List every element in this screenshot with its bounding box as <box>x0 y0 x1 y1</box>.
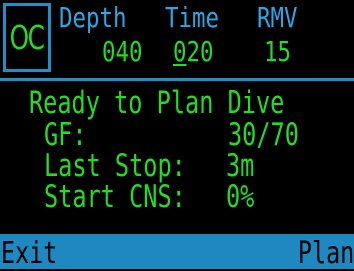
rmv-label: RMV <box>257 1 298 34</box>
last-stop-label: Last Stop: <box>44 148 186 184</box>
exit-button[interactable]: Exit <box>1 239 57 269</box>
softkey-bar: Exit Plan <box>0 234 354 269</box>
depth-value[interactable]: 040 <box>102 38 142 66</box>
header-divider <box>0 78 354 81</box>
gf-label: GF: <box>44 117 87 153</box>
last-stop-value: 3m <box>226 148 255 184</box>
plan-button[interactable]: Plan <box>298 239 354 269</box>
start-cns-label: Start CNS: <box>44 179 186 215</box>
rmv-value[interactable]: 15 <box>264 38 291 66</box>
depth-label: Depth <box>59 1 127 34</box>
plan-status-title: Ready to Plan Dive <box>29 85 285 121</box>
mode-indicator: OC <box>3 3 51 72</box>
time-label: Time <box>165 1 219 34</box>
start-cns-value: 0% <box>226 179 255 215</box>
gf-value: 30/70 <box>228 117 299 153</box>
time-value[interactable]: 020 <box>173 38 213 66</box>
mode-label: OC <box>10 18 45 57</box>
